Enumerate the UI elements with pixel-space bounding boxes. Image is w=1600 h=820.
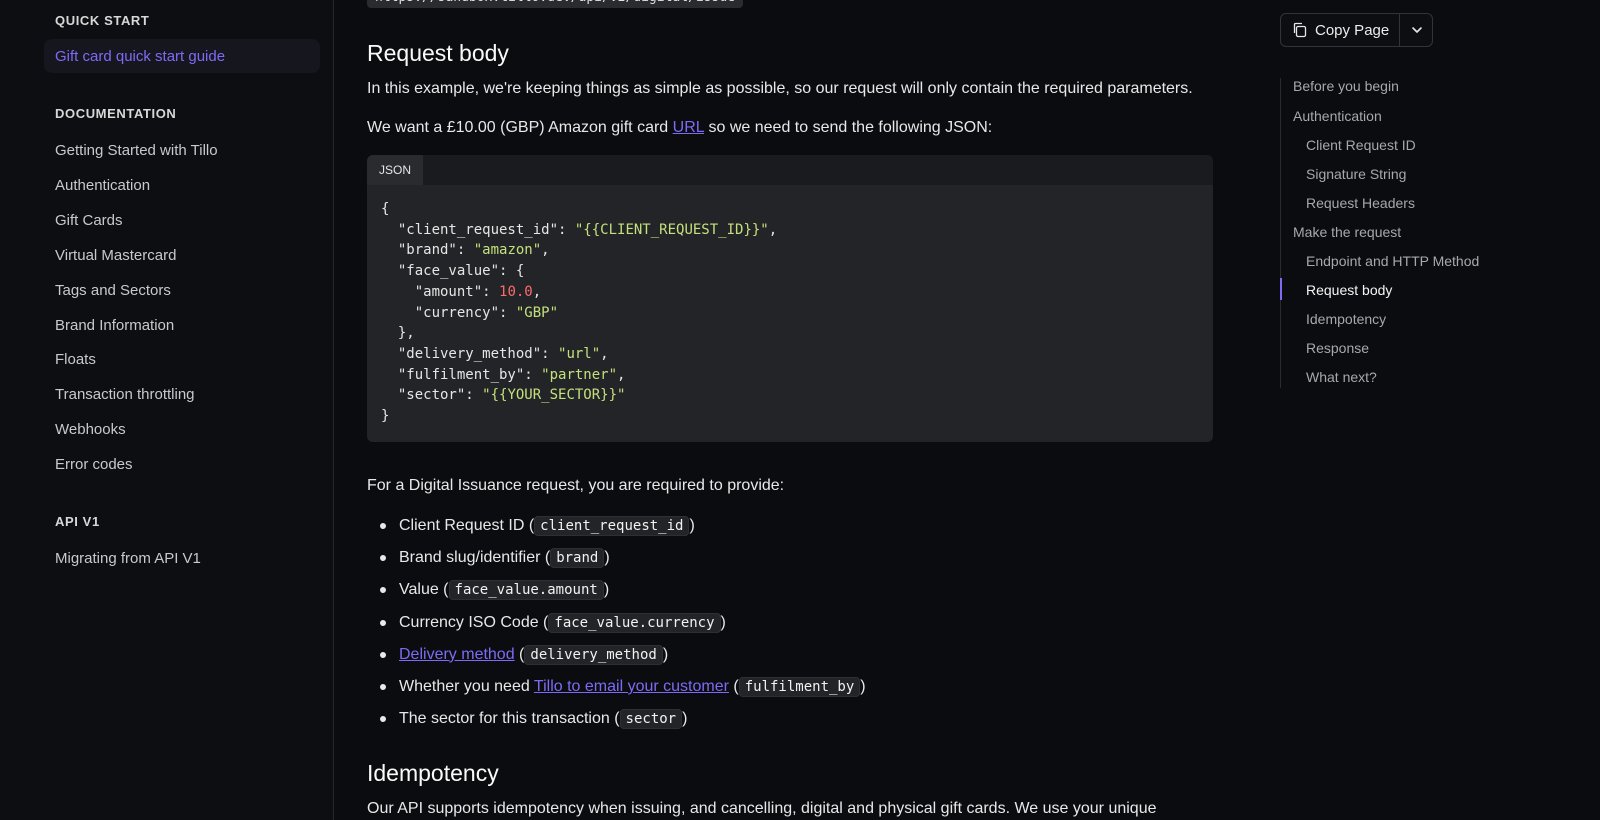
url-link[interactable]: URL (673, 119, 704, 136)
list-item-text: ) (603, 581, 610, 599)
code-string: "amazon" (473, 242, 542, 259)
chevron-down-icon (1411, 27, 1422, 33)
copy-page-label: Copy Page (1315, 21, 1390, 39)
sidebar-item-gift-card-quick-start[interactable]: Gift card quick start guide (44, 39, 320, 73)
intro-paragraph: In this example, we're keeping things as… (367, 80, 1193, 97)
json-code-block: JSON { "client_request_id": "{{CLIENT_RE… (367, 155, 1213, 442)
list-item-text: ( (514, 645, 525, 663)
json-intro-text-after: so we need to send the following JSON: (704, 119, 993, 136)
inline-code: fulfilment_by (738, 676, 861, 697)
requirements-list: Client Request ID (client_request_id) Br… (380, 515, 866, 740)
list-item: Delivery method (delivery_method) (380, 644, 866, 676)
list-item-text: ( (728, 677, 739, 695)
list-item-text: ) (682, 710, 688, 728)
list-item-text: Value ( (399, 581, 449, 599)
toc-item-make-the-request[interactable]: Make the request (1293, 224, 1401, 240)
code-key: "face_value" (397, 263, 500, 280)
inline-code: face_value.currency (548, 612, 721, 633)
code-number: 10.0 (499, 283, 533, 300)
delivery-method-link[interactable]: Delivery method (399, 646, 515, 663)
toc-item-authentication[interactable]: Authentication (1293, 108, 1382, 124)
sidebar-item-floats[interactable]: Floats (55, 351, 96, 368)
inline-code: delivery_method (524, 644, 663, 665)
list-item-text: Whether you need (399, 677, 534, 695)
idempotency-heading: Idempotency (367, 760, 499, 786)
list-item-text: ) (604, 549, 610, 567)
inline-code: sector (619, 709, 683, 730)
json-intro-paragraph: We want a £10.00 (GBP) Amazon gift card … (367, 119, 992, 137)
code-key: "brand" (397, 242, 457, 259)
code-string: "url" (558, 345, 601, 362)
code-tab-json[interactable]: JSON (367, 155, 424, 185)
table-of-contents: Before you begin Authentication Client R… (1280, 78, 1570, 388)
toc-item-request-body[interactable]: Request body (1306, 282, 1392, 298)
code-block-header: JSON (367, 155, 1213, 185)
toc-item-idempotency[interactable]: Idempotency (1306, 311, 1386, 327)
code-string: "GBP" (515, 304, 559, 321)
code-key: "currency" (414, 304, 500, 321)
list-item-text: ) (689, 517, 695, 534)
inline-code: face_value.amount (448, 580, 604, 601)
toc-item-client-request-id[interactable]: Client Request ID (1306, 137, 1416, 153)
json-intro-text-before: We want a £10.00 (GBP) Amazon gift card (367, 119, 673, 136)
list-item: Value (face_value.amount) (380, 579, 866, 611)
sidebar-item-label: Gift card quick start guide (55, 48, 226, 65)
list-item: Whether you need Tillo to email your cus… (380, 676, 866, 708)
code-key: "amount" (414, 283, 483, 300)
sidebar-section-documentation: DOCUMENTATION (55, 106, 177, 121)
list-item: Client Request ID (client_request_id) (380, 515, 866, 547)
code-string: "{{YOUR_SECTOR}}" (482, 387, 626, 404)
list-item-text: ) (860, 677, 866, 695)
sidebar-item-gift-cards[interactable]: Gift Cards (55, 212, 123, 229)
list-item: Brand slug/identifier (brand) (380, 547, 866, 579)
list-item-text: ) (720, 613, 726, 631)
list-item-text: Currency ISO Code ( (399, 613, 549, 631)
provide-paragraph: For a Digital Issuance request, you are … (367, 477, 785, 494)
toc-item-signature-string[interactable]: Signature String (1306, 166, 1406, 182)
endpoint-url-code: https://sandbox.tillo.dev/api/v2/digital… (367, 0, 744, 8)
code-key: "fulfilment_by" (397, 366, 525, 383)
main-content: https://sandbox.tillo.dev/api/v2/digital… (367, 0, 1215, 820)
sidebar-item-authentication[interactable]: Authentication (55, 177, 150, 194)
tillo-email-customer-link[interactable]: Tillo to email your customer (534, 678, 729, 695)
sidebar-item-transaction-throttling[interactable]: Transaction throttling (55, 386, 195, 403)
copy-page-button[interactable]: Copy Page (1281, 14, 1399, 46)
copy-page-control: Copy Page (1280, 13, 1433, 47)
toc-item-what-next[interactable]: What next? (1306, 369, 1377, 385)
list-item: Currency ISO Code (face_value.currency) (380, 612, 866, 644)
sidebar-section-quick-start: QUICK START (55, 13, 150, 28)
sidebar-item-getting-started[interactable]: Getting Started with Tillo (55, 142, 218, 159)
code-key: "client_request_id" (397, 221, 559, 238)
inline-code: client_request_id (534, 516, 690, 536)
list-item-text: ) (662, 645, 669, 663)
toc-item-endpoint-and-http-method[interactable]: Endpoint and HTTP Method (1306, 253, 1479, 269)
code-string: "partner" (541, 366, 618, 383)
sidebar-item-tags-and-sectors[interactable]: Tags and Sectors (55, 282, 171, 299)
list-item-text: Client Request ID ( (399, 517, 535, 534)
sidebar-item-migrating-from-api-v1[interactable]: Migrating from API V1 (55, 550, 201, 567)
toc-item-response[interactable]: Response (1306, 340, 1369, 356)
list-item-text: Brand slug/identifier ( (399, 549, 551, 567)
code-content: { "client_request_id": "{{CLIENT_REQUEST… (381, 201, 778, 425)
sidebar-item-brand-information[interactable]: Brand Information (55, 317, 174, 334)
toc-item-request-headers[interactable]: Request Headers (1306, 195, 1415, 211)
copy-page-dropdown-button[interactable] (1400, 14, 1433, 46)
sidebar-item-error-codes[interactable]: Error codes (55, 456, 133, 473)
code-string: "{{CLIENT_REQUEST_ID}}" (574, 221, 769, 238)
idempotency-paragraph: Our API supports idempotency when issuin… (367, 800, 1157, 817)
sidebar-section-api-v1: API V1 (55, 514, 100, 529)
sidebar-item-webhooks[interactable]: Webhooks (55, 421, 126, 438)
list-item: The sector for this transaction (sector) (380, 708, 866, 740)
toc-item-before-you-begin[interactable]: Before you begin (1293, 78, 1399, 94)
code-key: "sector" (397, 387, 466, 404)
sidebar: QUICK START Gift card quick start guide … (0, 0, 334, 820)
code-key: "delivery_method" (397, 345, 542, 362)
sidebar-item-virtual-mastercard[interactable]: Virtual Mastercard (55, 247, 176, 264)
inline-code: brand (550, 548, 605, 569)
copy-icon (1293, 22, 1307, 38)
list-item-text: The sector for this transaction ( (399, 710, 620, 728)
toc-active-indicator (1280, 278, 1282, 300)
request-body-heading: Request body (367, 40, 509, 66)
